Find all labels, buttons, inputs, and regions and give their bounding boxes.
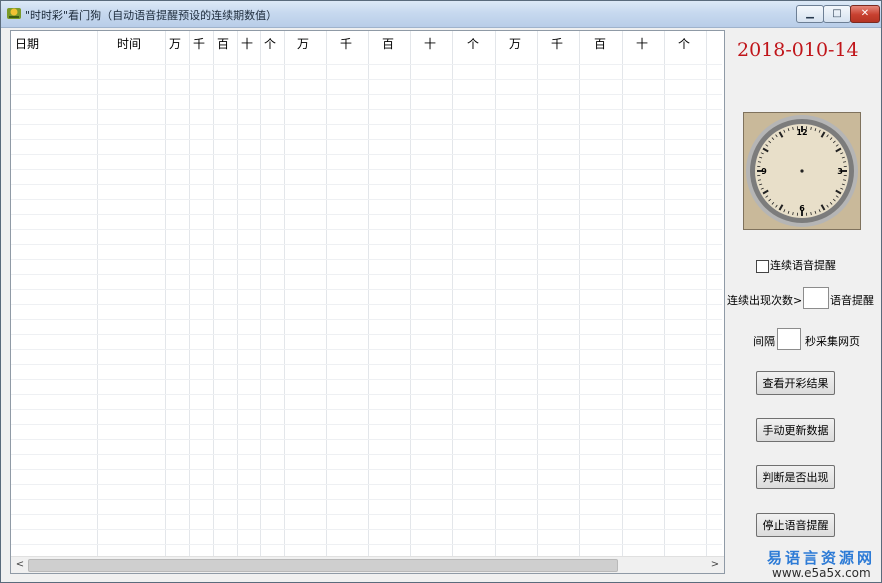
col-header-shi-2[interactable]: 十 bbox=[424, 35, 436, 52]
checkbox-box[interactable] bbox=[756, 259, 769, 273]
grid-row-divider bbox=[11, 199, 722, 200]
grid-row-divider bbox=[11, 349, 722, 350]
threshold-label: 连续出现次数>= bbox=[727, 294, 812, 307]
grid-row-divider bbox=[11, 364, 722, 365]
main-window: "时时彩"看门狗（自动语音提醒预设的连续期数值） ▁ □ ✕ 日期 时间 万 千… bbox=[0, 0, 882, 583]
view-results-button[interactable]: 查看开彩结果 bbox=[756, 371, 835, 395]
grid-row-divider bbox=[11, 529, 722, 530]
clock-face-icon: 12 3 6 9 bbox=[746, 115, 858, 227]
grid-row-divider bbox=[11, 154, 722, 155]
scroll-right-arrow[interactable]: > bbox=[708, 558, 722, 572]
grid-row-divider bbox=[11, 64, 722, 65]
clock-num-9: 9 bbox=[761, 167, 767, 176]
scroll-thumb[interactable] bbox=[28, 559, 618, 572]
grid-row-divider bbox=[11, 244, 722, 245]
results-grid[interactable]: 日期 时间 万 千 百 十 个 万 千 百 十 个 万 千 百 十 个 < > bbox=[10, 30, 725, 574]
col-header-qian-2[interactable]: 千 bbox=[340, 35, 352, 52]
date-display: 2018-010-14 bbox=[737, 39, 859, 61]
col-header-shi-3[interactable]: 十 bbox=[636, 35, 648, 52]
clock-num-12: 12 bbox=[796, 128, 807, 137]
clock-center-dot bbox=[800, 169, 804, 173]
clock-num-6: 6 bbox=[799, 204, 805, 213]
window-title: "时时彩"看门狗（自动语音提醒预设的连续期数值） bbox=[25, 9, 278, 22]
col-header-shi-1[interactable]: 十 bbox=[241, 35, 253, 52]
grid-row-divider bbox=[11, 109, 722, 110]
stop-voice-button[interactable]: 停止语音提醒 bbox=[756, 513, 835, 537]
col-header-ge-1[interactable]: 个 bbox=[264, 35, 276, 52]
grid-row-divider bbox=[11, 289, 722, 290]
grid-row-divider bbox=[11, 229, 722, 230]
col-header-qian-1[interactable]: 千 bbox=[193, 35, 205, 52]
grid-row-divider bbox=[11, 484, 722, 485]
grid-row-divider bbox=[11, 469, 722, 470]
manual-update-button[interactable]: 手动更新数据 bbox=[756, 418, 835, 442]
watermark-title: 易语言资源网 bbox=[767, 549, 876, 567]
close-button[interactable]: ✕ bbox=[850, 5, 880, 23]
grid-row-divider bbox=[11, 169, 722, 170]
horizontal-scrollbar[interactable]: < > bbox=[11, 556, 724, 573]
col-header-wan-2[interactable]: 万 bbox=[297, 35, 309, 52]
col-header-ge-2[interactable]: 个 bbox=[467, 35, 479, 52]
grid-row-divider bbox=[11, 304, 722, 305]
grid-row-divider bbox=[11, 214, 722, 215]
watermark-url: www.e5a5x.com bbox=[772, 566, 871, 580]
grid-row-divider bbox=[11, 259, 722, 260]
title-bar[interactable]: "时时彩"看门狗（自动语音提醒预设的连续期数值） ▁ □ ✕ bbox=[1, 1, 881, 28]
interval-suffix-label: 秒采集网页 bbox=[805, 335, 860, 348]
col-header-ge-3[interactable]: 个 bbox=[678, 35, 690, 52]
grid-row-divider bbox=[11, 94, 722, 95]
grid-row-divider bbox=[11, 184, 722, 185]
grid-row-divider bbox=[11, 379, 722, 380]
check-appear-button[interactable]: 判断是否出现 bbox=[756, 465, 835, 489]
app-icon bbox=[7, 8, 21, 19]
grid-row-divider bbox=[11, 454, 722, 455]
maximize-button[interactable]: □ bbox=[823, 5, 851, 23]
scroll-left-arrow[interactable]: < bbox=[13, 558, 27, 572]
minimize-button[interactable]: ▁ bbox=[796, 5, 824, 23]
grid-row-divider bbox=[11, 334, 722, 335]
col-header-bai-3[interactable]: 百 bbox=[594, 35, 606, 52]
analog-clock: 12 3 6 9 bbox=[743, 112, 861, 230]
grid-row-divider bbox=[11, 79, 722, 80]
grid-row-divider bbox=[11, 124, 722, 125]
grid-row-divider bbox=[11, 409, 722, 410]
grid-row-divider bbox=[11, 439, 722, 440]
threshold-input[interactable] bbox=[803, 287, 829, 309]
col-header-bai-1[interactable]: 百 bbox=[217, 35, 229, 52]
grid-row-divider bbox=[11, 274, 722, 275]
interval-label: 间隔 bbox=[753, 335, 775, 348]
grid-row-divider bbox=[11, 394, 722, 395]
checkbox-label: 连续语音提醒 bbox=[770, 259, 836, 272]
grid-row-divider bbox=[11, 499, 722, 500]
col-header-time[interactable]: 时间 bbox=[117, 35, 141, 52]
col-header-wan-1[interactable]: 万 bbox=[169, 35, 181, 52]
interval-input[interactable] bbox=[777, 328, 801, 350]
clock-num-3: 3 bbox=[837, 167, 843, 176]
col-header-date[interactable]: 日期 bbox=[15, 35, 39, 52]
col-header-qian-3[interactable]: 千 bbox=[551, 35, 563, 52]
grid-row-divider bbox=[11, 139, 722, 140]
threshold-suffix-label: 语音提醒 bbox=[830, 294, 874, 307]
grid-row-divider bbox=[11, 544, 722, 545]
grid-row-divider bbox=[11, 514, 722, 515]
col-header-wan-3[interactable]: 万 bbox=[509, 35, 521, 52]
col-header-bai-2[interactable]: 百 bbox=[382, 35, 394, 52]
grid-row-divider bbox=[11, 424, 722, 425]
voice-reminder-checkbox[interactable]: 连续语音提醒 bbox=[756, 257, 836, 273]
grid-row-divider bbox=[11, 319, 722, 320]
